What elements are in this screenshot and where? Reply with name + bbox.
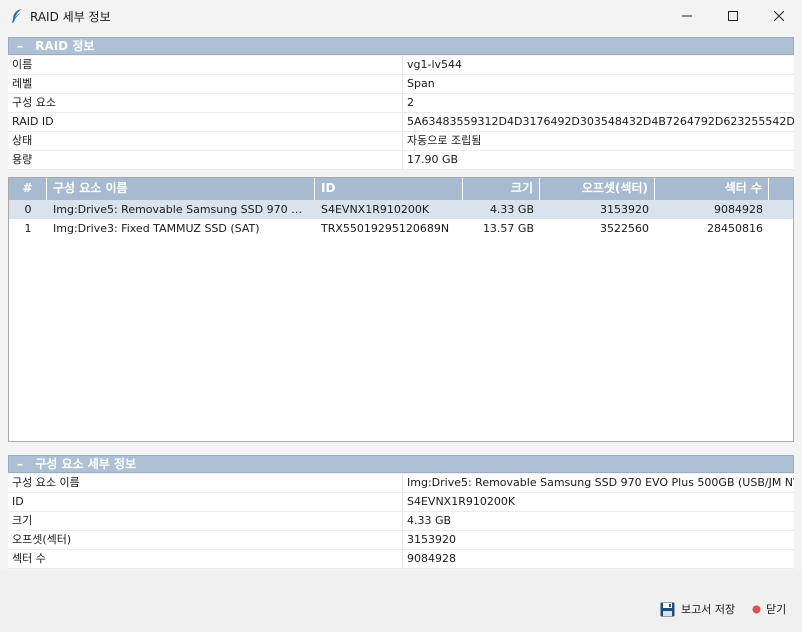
save-report-label: 보고서 저장 (681, 603, 736, 616)
close-window-button[interactable] (756, 0, 802, 32)
window-title: RAID 세부 정보 (30, 10, 111, 24)
prop-value: Span (407, 77, 435, 90)
prop-value: 5A63483559312D4D3176492D303548432D4B7264… (407, 115, 794, 128)
prop-row[interactable]: 용량 17.90 GB (8, 151, 794, 170)
prop-key: 구성 요소 이름 (8, 474, 403, 492)
collapse-toggle[interactable]: – (9, 38, 31, 54)
raid-info-title: RAID 정보 (35, 39, 95, 53)
prop-row[interactable]: 상태 자동으로 조립됨 (8, 132, 794, 151)
column-header-filler (769, 178, 793, 200)
cell-index: 1 (24, 222, 32, 235)
minimize-button[interactable] (664, 0, 710, 32)
cell-sectors: 9084928 (714, 203, 763, 216)
cell-size: 4.33 GB (489, 203, 534, 216)
column-header-size[interactable]: 크기 (463, 178, 540, 200)
prop-row[interactable]: 구성 요소 2 (8, 94, 794, 113)
column-header-id[interactable]: ID (315, 178, 463, 200)
red-dot-icon (752, 605, 761, 613)
cell-name: Img:Drive3: Fixed TAMMUZ SSD (SAT) (53, 222, 260, 235)
column-header-name[interactable]: 구성 요소 이름 (47, 178, 315, 200)
cell-offset: 3522560 (600, 222, 649, 235)
column-header-sectors[interactable]: 섹터 수 (655, 178, 769, 200)
prop-value: 3153920 (407, 533, 456, 546)
prop-row[interactable]: 크기 4.33 GB (8, 512, 794, 531)
prop-value: S4EVNX1R910200K (407, 495, 516, 508)
cell-name: Img:Drive5: Removable Samsung SSD 970 EV… (53, 203, 315, 216)
prop-key: 레벨 (8, 75, 403, 93)
maximize-button[interactable] (710, 0, 756, 32)
grid-header: # 구성 요소 이름 ID 크기 오프셋(섹터) 섹터 수 (9, 178, 793, 200)
prop-row[interactable]: RAID ID 5A63483559312D4D3176492D303548432… (8, 113, 794, 132)
component-detail-title: 구성 요소 세부 정보 (35, 457, 137, 471)
prop-row[interactable]: 섹터 수 9084928 (8, 550, 794, 569)
cell-id: TRX55019295120689N (321, 222, 450, 235)
cell-size: 13.57 GB (482, 222, 534, 235)
prop-key: 용량 (8, 151, 403, 169)
raid-info-header[interactable]: – RAID 정보 (8, 37, 794, 55)
prop-value: 4.33 GB (407, 514, 452, 527)
prop-key: 상태 (8, 132, 403, 150)
prop-row[interactable]: 이름 vg1-lv544 (8, 56, 794, 75)
prop-value: 17.90 GB (407, 153, 459, 166)
close-icon (774, 11, 784, 21)
column-header-offset[interactable]: 오프셋(섹터) (540, 178, 655, 200)
prop-value: Img:Drive5: Removable Samsung SSD 970 EV… (407, 476, 794, 489)
app-feather-icon (12, 9, 22, 23)
prop-key: RAID ID (8, 113, 403, 131)
prop-row[interactable]: 구성 요소 이름 Img:Drive5: Removable Samsung SS… (8, 474, 794, 493)
maximize-icon (728, 11, 738, 21)
prop-key: 크기 (8, 512, 403, 530)
prop-value: 2 (407, 96, 414, 109)
prop-key: 섹터 수 (8, 550, 403, 568)
component-detail-header[interactable]: – 구성 요소 세부 정보 (8, 455, 794, 473)
floppy-disk-icon (660, 602, 675, 616)
prop-value: 9084928 (407, 552, 456, 565)
raid-info-table: 이름 vg1-lv544 레벨 Span 구성 요소 2 RAID ID 5A63483… (8, 56, 794, 170)
save-report-button[interactable]: 보고서 저장 (660, 601, 735, 617)
prop-key: ID (8, 493, 403, 511)
table-row[interactable]: 1 Img:Drive3: Fixed TAMMUZ SSD (SAT) TRX… (9, 219, 793, 238)
title-bar: RAID 세부 정보 (0, 0, 802, 32)
close-button[interactable]: 닫기 (752, 601, 786, 617)
prop-row[interactable]: ID S4EVNX1R910200K (8, 493, 794, 512)
close-label: 닫기 (766, 603, 787, 616)
collapse-toggle[interactable]: – (9, 456, 31, 472)
prop-key: 이름 (8, 56, 403, 74)
components-grid: # 구성 요소 이름 ID 크기 오프셋(섹터) 섹터 수 0 Img:Driv… (8, 177, 794, 442)
column-header-index[interactable]: # (9, 178, 47, 200)
minimize-icon (682, 15, 692, 17)
prop-value: 자동으로 조립됨 (407, 134, 482, 147)
prop-key: 구성 요소 (8, 94, 403, 112)
prop-value: vg1-lv544 (407, 58, 463, 71)
prop-row[interactable]: 오프셋(섹터) 3153920 (8, 531, 794, 550)
table-row[interactable]: 0 Img:Drive5: Removable Samsung SSD 970 … (9, 200, 793, 219)
cell-id: S4EVNX1R910200K (321, 203, 430, 216)
cell-index: 0 (24, 203, 32, 216)
prop-key: 오프셋(섹터) (8, 531, 403, 549)
cell-sectors: 28450816 (707, 222, 763, 235)
prop-row[interactable]: 레벨 Span (8, 75, 794, 94)
cell-offset: 3153920 (600, 203, 649, 216)
component-detail-table: 구성 요소 이름 Img:Drive5: Removable Samsung SS… (8, 474, 794, 569)
